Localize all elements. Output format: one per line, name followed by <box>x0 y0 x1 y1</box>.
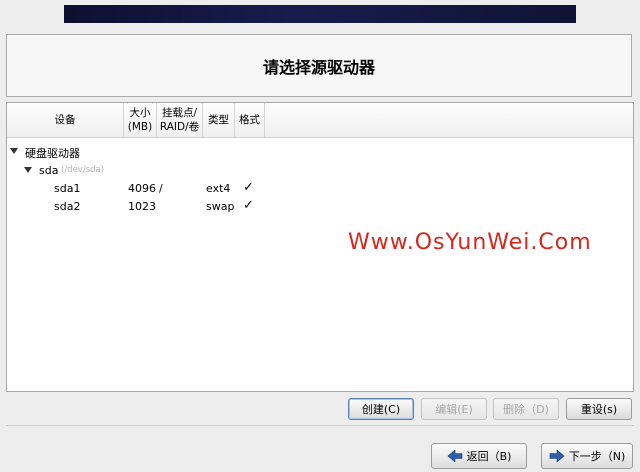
back-label: 返回（B) <box>466 450 512 463</box>
watermark-text: Www.OsYunWei.Com <box>348 230 592 255</box>
col-header-size[interactable]: 大小 (MB) <box>124 103 157 137</box>
partition-device: sda1 <box>54 182 81 195</box>
back-button[interactable]: 返回（B) <box>431 443 527 469</box>
next-button[interactable]: 下一步（N) <box>541 443 633 469</box>
partition-size: 1023 <box>128 200 156 213</box>
arrow-right-icon <box>549 449 565 463</box>
partition-type: ext4 <box>206 182 231 195</box>
reset-button[interactable]: 重设(s) <box>566 398 632 420</box>
edit-button[interactable]: 编辑(E) <box>421 398 487 420</box>
table-header: 设备 大小 (MB) 挂载点/ RAID/卷 类型 格式 <box>7 103 633 138</box>
page-title: 请选择源驱动器 <box>262 57 375 77</box>
partition-size: 4096 <box>128 182 156 195</box>
partition-mount: / <box>159 182 163 195</box>
disk-name: sda <box>39 164 59 177</box>
delete-button[interactable]: 删除（D) <box>493 398 559 420</box>
table-row[interactable]: sda1 4096 / ext4 ✓ <box>7 179 633 197</box>
expander-down-icon[interactable] <box>24 167 32 173</box>
col-header-mount[interactable]: 挂载点/ RAID/卷 <box>157 103 203 137</box>
disk-path: (/dev/sda) <box>61 165 105 175</box>
tree-row-group[interactable]: 硬盘驱动器 <box>7 142 633 160</box>
partition-device: sda2 <box>54 200 81 213</box>
top-banner <box>64 5 576 23</box>
col-header-format[interactable]: 格式 <box>235 103 265 137</box>
divider <box>6 425 634 426</box>
col-header-device[interactable]: 设备 <box>7 103 124 137</box>
group-label: 硬盘驱动器 <box>25 147 80 160</box>
create-button[interactable]: 创建(C) <box>348 398 414 420</box>
next-label: 下一步（N) <box>568 450 626 463</box>
table-row[interactable]: sda2 1023 swap ✓ <box>7 197 633 215</box>
title-panel: 请选择源驱动器 <box>6 34 632 97</box>
arrow-left-icon <box>447 449 462 463</box>
format-check-icon: ✓ <box>243 198 254 213</box>
tree-row-disk[interactable]: sda (/dev/sda) <box>7 161 633 179</box>
partition-type: swap <box>206 200 235 213</box>
format-check-icon: ✓ <box>243 180 254 195</box>
expander-down-icon[interactable] <box>10 148 18 154</box>
col-header-type[interactable]: 类型 <box>203 103 235 137</box>
